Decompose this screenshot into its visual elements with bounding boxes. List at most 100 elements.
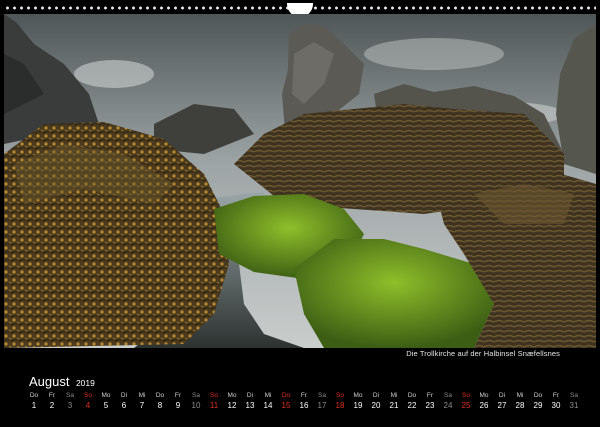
weekday-label: Mi bbox=[516, 392, 524, 399]
weekday-label: Fr bbox=[174, 392, 182, 399]
weekday-label: Mi bbox=[264, 392, 272, 399]
calendar-day: Sa 17 bbox=[314, 392, 330, 410]
calendar-days-row: Do 1 Fr 2 Sa 3 So 4 Mo 5 Di 6 Mi 7 Do 8 Fr 9 Sa 10 So 11 Mo 12 D… bbox=[26, 392, 582, 422]
day-number: 26 bbox=[479, 401, 489, 410]
calendar-day: Mi 14 bbox=[260, 392, 276, 410]
weekday-label: Do bbox=[155, 392, 165, 399]
day-number: 5 bbox=[103, 401, 109, 410]
calendar-day: Mi 21 bbox=[386, 392, 402, 410]
day-number: 2 bbox=[49, 401, 55, 410]
calendar-day: Do 29 bbox=[530, 392, 546, 410]
weekday-label: Fr bbox=[552, 392, 560, 399]
weekday-label: Mo bbox=[353, 392, 363, 399]
calendar-day: Fr 9 bbox=[170, 392, 186, 410]
spiral-binding bbox=[0, 0, 600, 17]
day-number: 24 bbox=[443, 401, 453, 410]
calendar-day: Fr 2 bbox=[44, 392, 60, 410]
weekday-label: So bbox=[84, 392, 92, 399]
month-name: August bbox=[29, 374, 70, 389]
day-number: 11 bbox=[209, 401, 219, 410]
day-number: 28 bbox=[515, 401, 525, 410]
day-number: 9 bbox=[175, 401, 181, 410]
weekday-label: Sa bbox=[66, 392, 74, 399]
day-number: 15 bbox=[281, 401, 291, 410]
day-number: 13 bbox=[245, 401, 255, 410]
day-number: 30 bbox=[551, 401, 561, 410]
calendar-day: So 4 bbox=[80, 392, 96, 410]
day-number: 10 bbox=[191, 401, 201, 410]
calendar-day: Di 13 bbox=[242, 392, 258, 410]
weekday-label: Sa bbox=[318, 392, 326, 399]
calendar-day: So 25 bbox=[458, 392, 474, 410]
weekday-label: Do bbox=[533, 392, 543, 399]
day-number: 7 bbox=[139, 401, 145, 410]
day-number: 21 bbox=[389, 401, 399, 410]
day-number: 17 bbox=[317, 401, 327, 410]
weekday-label: So bbox=[210, 392, 218, 399]
calendar-photo bbox=[4, 14, 596, 348]
day-number: 20 bbox=[371, 401, 381, 410]
weekday-label: So bbox=[462, 392, 470, 399]
weekday-label: Mi bbox=[390, 392, 398, 399]
month-title: August 2019 bbox=[29, 373, 95, 391]
day-number: 12 bbox=[227, 401, 237, 410]
landscape-photo bbox=[4, 14, 596, 348]
calendar-day: Do 15 bbox=[278, 392, 294, 410]
calendar-day: Mo 12 bbox=[224, 392, 240, 410]
day-number: 8 bbox=[157, 401, 163, 410]
day-number: 18 bbox=[335, 401, 345, 410]
calendar-day: Sa 10 bbox=[188, 392, 204, 410]
day-number: 19 bbox=[353, 401, 363, 410]
weekday-label: Fr bbox=[48, 392, 56, 399]
weekday-label: Di bbox=[372, 392, 380, 399]
day-number: 6 bbox=[121, 401, 127, 410]
weekday-label: Do bbox=[407, 392, 417, 399]
calendar-day: Sa 31 bbox=[566, 392, 582, 410]
day-number: 14 bbox=[263, 401, 273, 410]
calendar-day: Di 6 bbox=[116, 392, 132, 410]
calendar-day: Fr 16 bbox=[296, 392, 312, 410]
day-number: 27 bbox=[497, 401, 507, 410]
calendar-day: Di 20 bbox=[368, 392, 384, 410]
weekday-label: Sa bbox=[444, 392, 452, 399]
weekday-label: Sa bbox=[570, 392, 578, 399]
day-number: 29 bbox=[533, 401, 543, 410]
weekday-label: Mo bbox=[227, 392, 237, 399]
weekday-label: Sa bbox=[192, 392, 200, 399]
weekday-label: Fr bbox=[300, 392, 308, 399]
calendar-day: Fr 30 bbox=[548, 392, 564, 410]
calendar-day: So 11 bbox=[206, 392, 222, 410]
calendar-day: Sa 3 bbox=[62, 392, 78, 410]
weekday-label: Di bbox=[246, 392, 254, 399]
photo-caption: Die Trollkirche auf der Halbinsel Snæfel… bbox=[406, 349, 560, 358]
calendar-day: Mo 26 bbox=[476, 392, 492, 410]
weekday-label: Do bbox=[29, 392, 39, 399]
weekday-label: Di bbox=[498, 392, 506, 399]
calendar-day: Mo 5 bbox=[98, 392, 114, 410]
weekday-label: Fr bbox=[426, 392, 434, 399]
day-number: 31 bbox=[569, 401, 579, 410]
day-number: 3 bbox=[67, 401, 73, 410]
calendar-day: Mi 28 bbox=[512, 392, 528, 410]
weekday-label: Di bbox=[120, 392, 128, 399]
weekday-label: Mi bbox=[138, 392, 146, 399]
calendar-day: Do 8 bbox=[152, 392, 168, 410]
weekday-label: Mo bbox=[101, 392, 111, 399]
calendar-day: Sa 24 bbox=[440, 392, 456, 410]
calendar-day: Mi 7 bbox=[134, 392, 150, 410]
weekday-label: So bbox=[336, 392, 344, 399]
calendar-day: Do 1 bbox=[26, 392, 42, 410]
calendar-day: Do 22 bbox=[404, 392, 420, 410]
calendar-day: Fr 23 bbox=[422, 392, 438, 410]
weekday-label: Do bbox=[281, 392, 291, 399]
year-label: 2019 bbox=[75, 378, 95, 388]
day-number: 4 bbox=[85, 401, 91, 410]
day-number: 16 bbox=[299, 401, 309, 410]
day-number: 22 bbox=[407, 401, 417, 410]
day-number: 1 bbox=[31, 401, 37, 410]
calendar-day: Di 27 bbox=[494, 392, 510, 410]
weekday-label: Mo bbox=[479, 392, 489, 399]
calendar-day: Mo 19 bbox=[350, 392, 366, 410]
day-number: 23 bbox=[425, 401, 435, 410]
day-number: 25 bbox=[461, 401, 471, 410]
